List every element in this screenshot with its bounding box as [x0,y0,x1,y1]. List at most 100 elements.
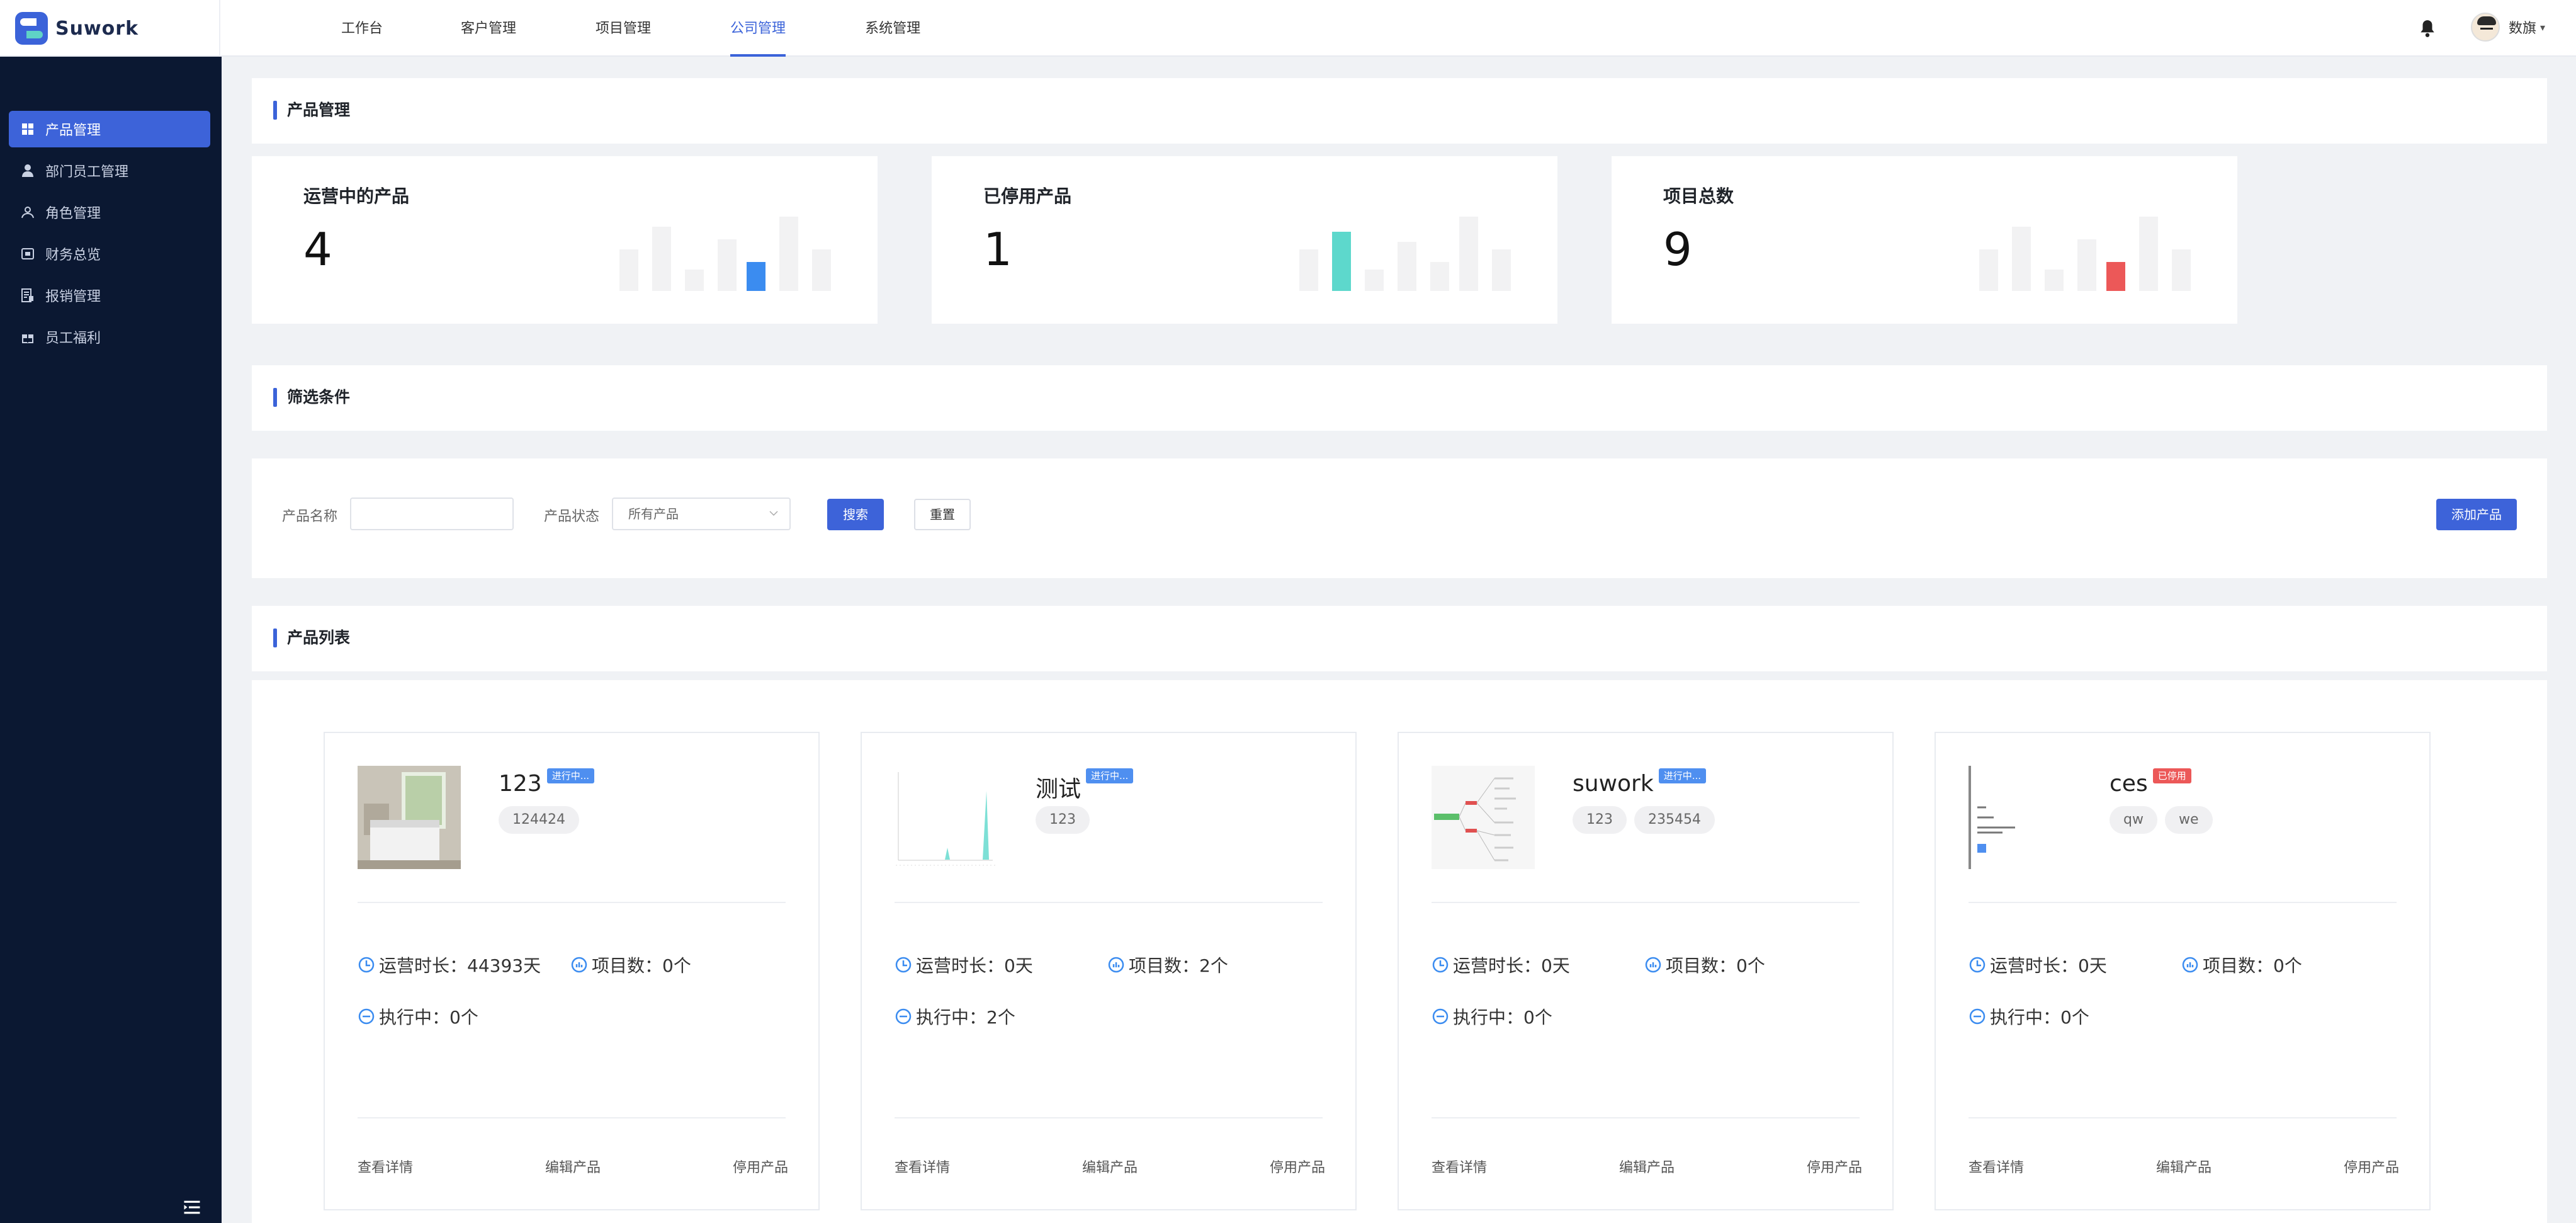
view-details-link[interactable]: 查看详情 [1432,1156,1487,1176]
product-thumbnail [358,766,461,869]
finance-icon [19,245,37,263]
sidebar-item-reimbursement[interactable]: 报销管理 [9,277,210,314]
product-list-header: 产品列表 [252,606,2547,671]
product-name-text: 123 [499,771,542,797]
stat-card-total-projects: 项目总数 9 [1612,156,2237,324]
clock-icon [1969,957,1986,973]
sidebar-item-department-staff[interactable]: 部门员工管理 [9,152,210,189]
top-nav-system[interactable]: 系统管理 [865,0,920,57]
top-nav-company[interactable]: 公司管理 [730,0,786,57]
product-name: 123 进行中... [499,768,595,797]
disable-product-link[interactable]: 停用产品 [733,1156,788,1176]
stat-value: 1 [983,223,1012,276]
bar-chart-icon [1108,957,1124,973]
metric-running: 执行中：0个 [1432,1004,1552,1029]
product-name-text: ces [2110,771,2148,797]
add-product-button[interactable]: 添加产品 [2436,499,2517,530]
gift-icon [19,328,37,346]
metric-text: 运营时长：0天 [1453,955,1570,976]
metric-duration: 运营时长：0天 [1969,952,2107,977]
search-button[interactable]: 搜索 [827,499,884,530]
divider [895,902,1323,903]
menu-collapse-icon[interactable] [183,1198,201,1217]
sidebar-item-products[interactable]: 产品管理 [9,111,210,147]
running-icon [358,1008,375,1025]
disable-product-link[interactable]: 停用产品 [1807,1156,1862,1176]
logo-text: Suwork [55,17,139,40]
product-name-text: suwork [1573,771,1654,797]
sidebar-item-label: 员工福利 [45,331,101,346]
chevron-down-icon [769,511,778,516]
product-tags: qw we [2110,806,2220,834]
sidebar-item-label: 报销管理 [45,289,101,305]
sidebar-item-welfare[interactable]: 员工福利 [9,319,210,355]
product-name-input[interactable] [350,498,514,530]
divider [1969,902,2397,903]
chevron-down-icon: ▾ [2540,21,2546,33]
metric-text: 执行中：0个 [379,1007,478,1028]
divider [358,902,786,903]
reset-button[interactable]: 重置 [914,499,971,530]
product-card[interactable]: 测试进行中... 123 运营时长：0天 项目数：2个 执行中：2个 查看详情 … [861,732,1357,1210]
stat-value: 4 [303,223,332,276]
sidebar-item-roles[interactable]: 角色管理 [9,194,210,230]
top-nav-workbench[interactable]: 工作台 [341,0,383,57]
logo[interactable]: Suwork [0,0,220,57]
bell-icon[interactable] [2419,19,2436,38]
edit-product-link[interactable]: 编辑产品 [1619,1156,1675,1176]
tag: we [2164,806,2213,834]
sidebar-item-label: 角色管理 [45,206,101,222]
view-details-link[interactable]: 查看详情 [1969,1156,2024,1176]
user-menu[interactable]: 数旗 ▾ [2471,13,2545,42]
product-tags: 124424 [499,806,587,834]
top-nav-projects[interactable]: 项目管理 [596,0,651,57]
logo-icon [15,12,48,45]
tag: 124424 [499,806,579,834]
metric-text: 项目数：0个 [1666,955,1765,976]
edit-product-link[interactable]: 编辑产品 [2156,1156,2212,1176]
product-card[interactable]: 123 进行中... 124424 运营时长：44393天 项目数：0个 执行中：… [324,732,820,1210]
tag: 235454 [1634,806,1715,834]
running-icon [1432,1008,1449,1025]
sidebar-item-label: 部门员工管理 [45,164,129,180]
grid-icon [19,120,37,138]
view-details-link[interactable]: 查看详情 [895,1156,950,1176]
avatar [2471,13,2500,42]
status-badge: 进行中... [1086,768,1134,783]
stat-card-active-products: 运营中的产品 4 [252,156,878,324]
sidebar-item-finance[interactable]: 财务总览 [9,236,210,272]
product-status-select[interactable]: 所有产品 [612,498,791,530]
metric-text: 执行中：0个 [1990,1007,2089,1028]
disable-product-link[interactable]: 停用产品 [2344,1156,2399,1176]
mini-bar-chart [619,217,833,291]
section-title-product-list: 产品列表 [273,627,350,649]
product-card[interactable]: ces 已停用 qw we 运营时长：0天 项目数：0个 执行中：0个 查看详情 … [1935,732,2431,1210]
bar-chart-icon [1645,957,1661,973]
role-icon [19,203,37,221]
product-card[interactable]: suwork 进行中... 123 235454 运营时长：0天 项目数：0个 执… [1398,732,1894,1210]
metric-running: 执行中：0个 [358,1004,478,1029]
metric-projects: 项目数：2个 [1107,952,1228,977]
product-name: 测试进行中... [1036,768,1134,804]
running-icon [895,1008,912,1025]
reimburse-icon [19,287,37,304]
edit-product-link[interactable]: 编辑产品 [1082,1156,1138,1176]
edit-product-link[interactable]: 编辑产品 [545,1156,601,1176]
view-details-link[interactable]: 查看详情 [358,1156,413,1176]
clock-icon [358,957,375,973]
product-name-text: 测试 [1036,776,1082,802]
disable-product-link[interactable]: 停用产品 [1270,1156,1325,1176]
sidebar-item-label: 财务总览 [45,247,101,263]
sidebar: 产品管理 部门员工管理 角色管理 财务总览 报销管理 员工福利 [0,57,222,1223]
top-nav: 工作台 客户管理 项目管理 公司管理 系统管理 [315,0,920,57]
status-badge: 进行中... [546,768,595,783]
product-thumbnail [1432,766,1535,869]
stat-label: 运营中的产品 [303,186,410,207]
metric-text: 项目数：2个 [1129,955,1228,976]
user-name: 数旗 [2509,21,2537,37]
metric-projects: 项目数：0个 [2181,952,2302,977]
divider [1432,902,1860,903]
metric-text: 项目数：0个 [2203,955,2302,976]
top-nav-customers[interactable]: 客户管理 [461,0,516,57]
running-icon [1969,1008,1986,1025]
